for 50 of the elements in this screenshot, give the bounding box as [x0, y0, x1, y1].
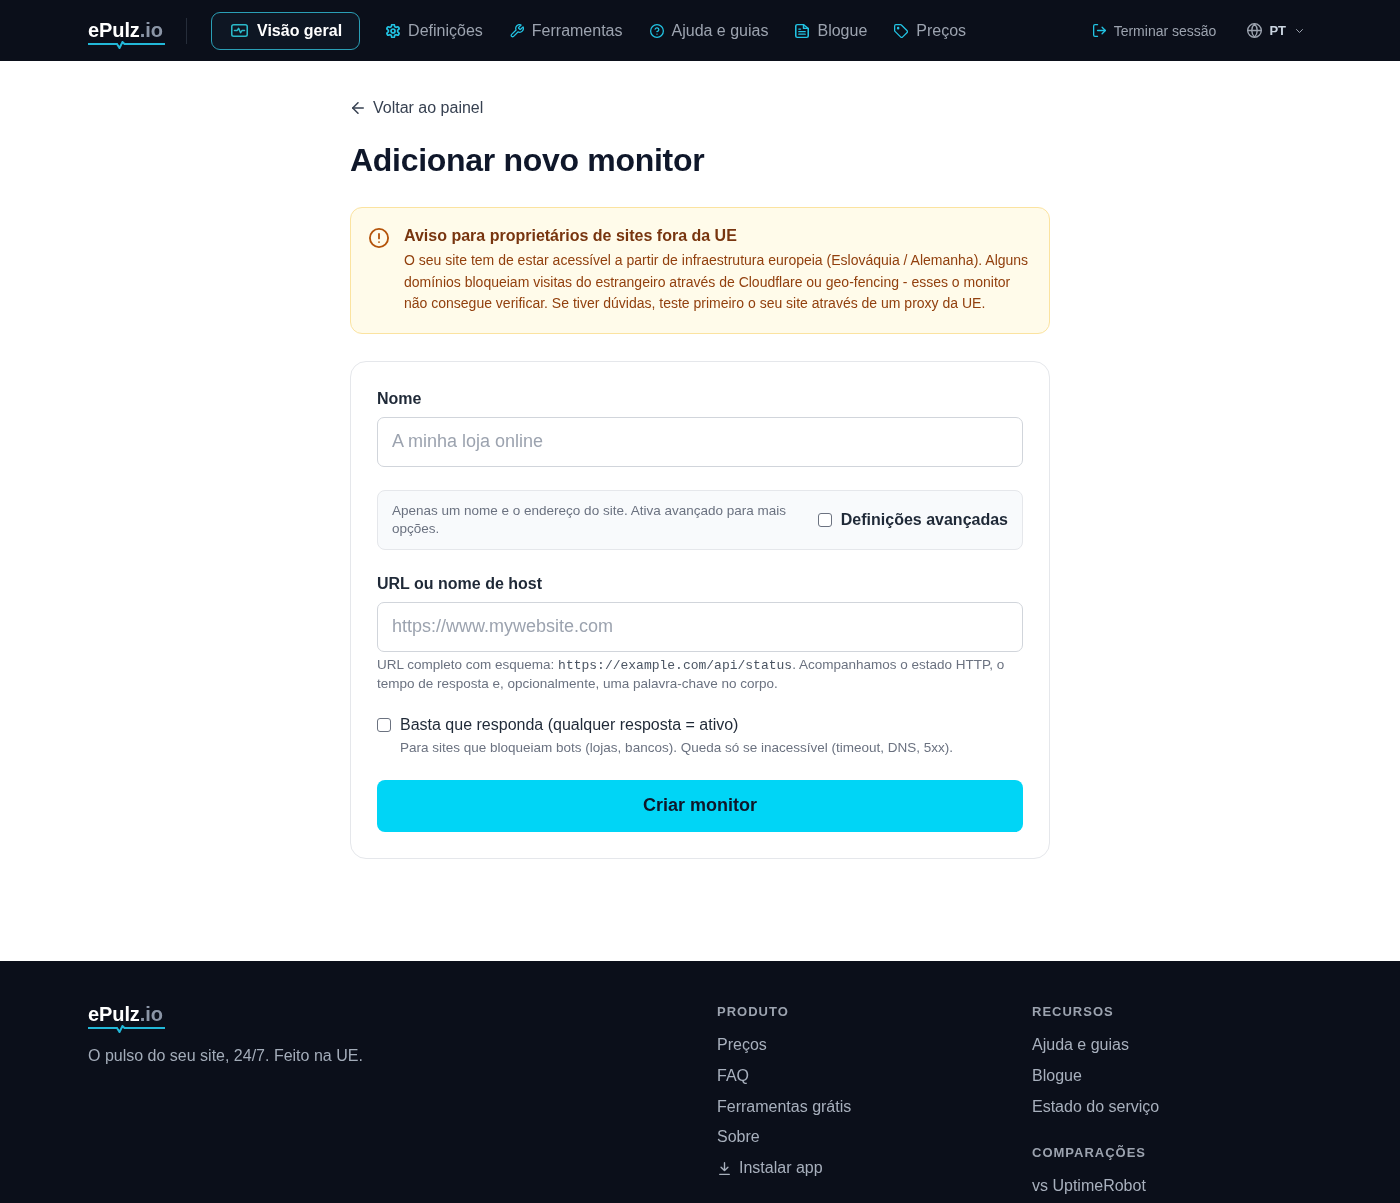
nav-link[interactable]: Preços [893, 11, 968, 50]
notice-text: O seu site tem de estar acessível a partir de infraestrutura europeia (Eslováquia / Alemanha). Alguns domínios bloqueiam visitas do estrangeiro através de Cloudflare ou geo-fencing - esses o monitor não consegue verificar. Se tiver dúvidas, teste primeiro o seu site através de um proxy da UE. [404, 251, 1029, 313]
download-icon [719, 1161, 730, 1175]
checkbox[interactable] [817, 512, 832, 527]
input-field[interactable]: A minha loja online [377, 416, 1023, 467]
input-field[interactable]: https://www.mywebsite.com [377, 601, 1023, 652]
footer-link[interactable]: Sobre [717, 1126, 760, 1149]
tagline: O pulso do seu site, 24/7. Feito na UE. [88, 1046, 364, 1066]
footer-link[interactable]: Instalar app [717, 1157, 823, 1179]
nav-link[interactable]: Ferramentas [508, 11, 624, 50]
logo[interactable]: ePulz.io [88, 19, 165, 49]
checkbox[interactable] [377, 717, 391, 732]
notice-title: Aviso para proprietários de sites fora da UE [404, 226, 738, 246]
footer-link[interactable]: vs UptimeRobot [1032, 1174, 1146, 1197]
document-icon [795, 23, 810, 38]
section-heading: COMPARAÇÕES [1032, 1143, 1148, 1162]
footer-link[interactable]: Estado do serviço [1032, 1095, 1160, 1118]
nav-link[interactable]: Definições [385, 11, 484, 50]
gear-icon [386, 23, 401, 38]
hint-text: Para sites que bloqueiam bots (lojas, bancos). Queda só se inacessível (timeout, DNS, 5xx). [400, 738, 954, 757]
logout-icon [1092, 24, 1106, 37]
checkbox-label[interactable]: Definições avançadas [840, 510, 1008, 529]
section-heading: RECURSOS [1032, 1003, 1115, 1021]
page-title: Adicionar novo monitor [350, 141, 706, 180]
nav-link[interactable]: Visão geral [211, 11, 361, 50]
field-label: Nome [377, 388, 423, 409]
checkbox-label[interactable]: Basta que responda (qualquer resposta = ativo) [400, 713, 739, 736]
footer-link[interactable]: Ferramentas grátis [717, 1095, 852, 1118]
tag-icon [894, 23, 909, 38]
field-label: URL ou nome de host [377, 573, 544, 594]
nav-link[interactable]: Ajuda e guias [648, 11, 770, 50]
chevron-down-icon [1296, 28, 1303, 33]
footer-link[interactable]: Blogue [1032, 1064, 1082, 1087]
logo[interactable]: ePulz.io [88, 1003, 165, 1033]
section-heading: PRODUTO [717, 1003, 790, 1021]
helper-text: Apenas um nome e o endereço do site. Ativa avançado para mais opções. [392, 501, 787, 538]
logout-link[interactable]: Terminar sessão [1092, 22, 1217, 39]
footer-link[interactable]: FAQ [717, 1064, 749, 1087]
wrench-icon [509, 23, 524, 38]
nav-link[interactable]: Blogue [794, 11, 869, 50]
globe-icon [1247, 23, 1263, 38]
footer-link[interactable]: Preços [717, 1034, 767, 1056]
back-link[interactable]: Voltar ao painel [350, 96, 484, 120]
submit-button[interactable]: Criar monitor [377, 779, 1023, 832]
help-text: URL completo com esquema: https://example.com/api/status. Acompanhamos o estado HTTP, o tempo de resposta e, opcionalmente, uma palavra-chave no corpo. [377, 655, 1006, 693]
language-selector[interactable]: PT [1247, 23, 1303, 38]
monitor-pulse-icon [231, 24, 248, 37]
footer-link[interactable]: Ajuda e guias [1032, 1034, 1129, 1056]
alert-icon [369, 228, 389, 248]
help-icon [649, 23, 664, 38]
